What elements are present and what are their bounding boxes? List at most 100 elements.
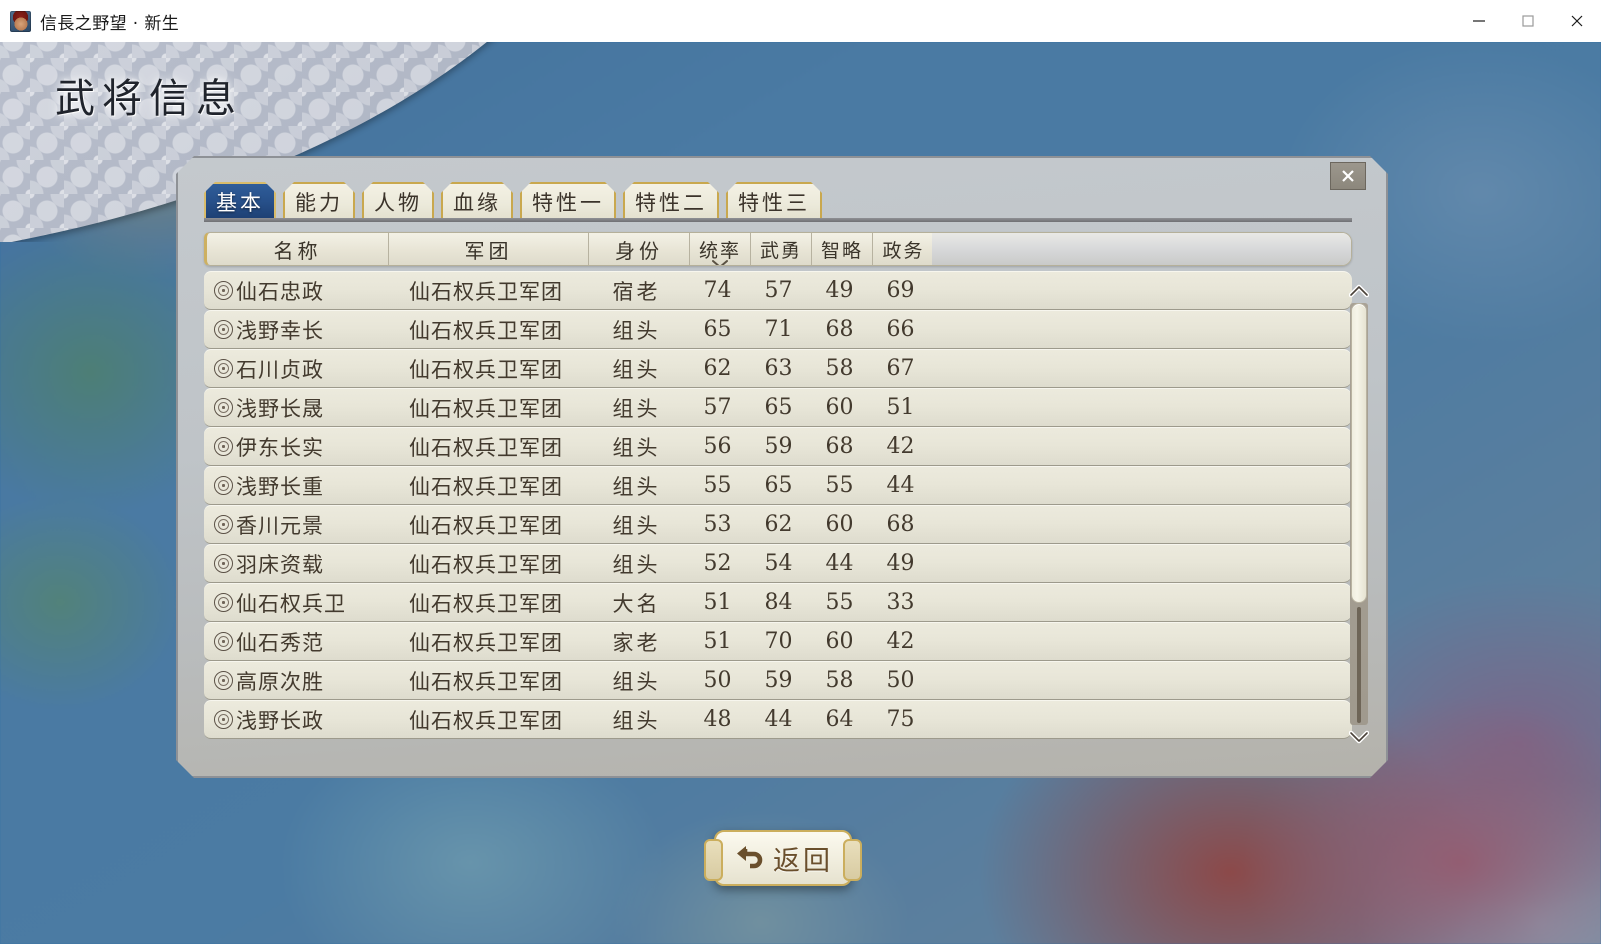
clan-crest-icon [214,398,233,417]
window-titlebar: 信長之野望 · 新生 [0,0,1601,42]
back-button-label: 返回 [773,845,833,877]
table-row[interactable]: 浅野长晟 仙石权兵卫军团 组头 57 65 60 51 [204,388,1352,427]
scroll-down-button[interactable] [1349,726,1369,748]
cell-wu: 59 [764,434,793,459]
cell-name: 香川元景 [204,510,386,540]
column-header-zheng[interactable]: 政务 [873,232,934,266]
warlord-name: 高原次胜 [236,669,324,694]
cell-name: 高原次胜 [204,666,386,696]
table-row[interactable]: 伊东长实 仙石权兵卫军团 组头 56 59 68 42 [204,427,1352,466]
clan-crest-icon [214,359,233,378]
warlord-name: 仙石权兵卫 [236,591,346,616]
column-header-tong[interactable]: 统率 [690,232,751,266]
cell-rank: 组头 [612,669,661,694]
column-header-wu[interactable]: 武勇 [751,232,812,266]
tab-2[interactable]: 人物 [362,182,434,220]
tab-6[interactable]: 特性三 [726,182,822,220]
sort-chevron-down-icon [711,259,729,266]
window-controls [1454,0,1601,42]
cell-wu: 65 [764,395,793,420]
clan-crest-icon [214,437,233,456]
table-row[interactable]: 仙石忠政 仙石权兵卫军团 宿老 74 57 49 69 [204,271,1352,310]
clan-crest-icon [214,281,233,300]
cell-wu: 63 [764,356,793,381]
cell-rank: 宿老 [612,279,661,304]
table-row[interactable]: 浅野长政 仙石权兵卫军团 组头 48 44 64 75 [204,700,1352,739]
application-window: 信長之野望 · 新生 武将信息 基本 能力 人物 血缘 特性一 特性二 特性三 … [0,0,1601,944]
panel-content: 基本 能力 人物 血缘 特性一 特性二 特性三 名称 军团 身份 统率 武勇 智略 政务 仙石忠政 仙石权… [178,158,1386,776]
scrollbar-thumb[interactable] [1351,303,1367,603]
list-scrollbar[interactable] [1346,280,1372,748]
cell-tong: 56 [703,434,732,459]
cell-tong: 51 [703,629,732,654]
cell-name: 羽床资载 [204,549,386,579]
column-header-label: 身份 [615,238,663,263]
column-header-zhi[interactable]: 智略 [812,232,873,266]
cell-corps: 仙石权兵卫军团 [409,474,563,499]
column-header-rank[interactable]: 身份 [589,232,690,266]
cell-corps: 仙石权兵卫军团 [409,318,563,343]
back-arrow-icon [737,846,763,869]
tab-5[interactable]: 特性二 [623,182,719,220]
back-button[interactable]: 返回 [704,830,862,886]
cell-name: 石川贞政 [204,354,386,384]
minimize-icon[interactable] [1454,0,1503,42]
clan-crest-icon [214,320,233,339]
cell-tong: 53 [703,512,732,537]
cell-rank: 组头 [612,552,661,577]
table-row[interactable]: 羽床资载 仙石权兵卫军团 组头 52 54 44 49 [204,544,1352,583]
cell-tong: 74 [703,278,732,303]
column-header-corps[interactable]: 军团 [389,232,589,266]
cell-zheng: 69 [886,278,915,303]
window-title: 信長之野望 · 新生 [40,13,180,34]
cell-corps: 仙石权兵卫军团 [409,396,563,421]
warlord-table-body: 仙石忠政 仙石权兵卫军团 宿老 74 57 49 69 浅野幸长 仙石权兵卫军团 组头 65 71 68… [204,271,1352,739]
scroll-up-button[interactable] [1349,280,1369,302]
table-row[interactable]: 浅野幸长 仙石权兵卫军团 组头 65 71 68 66 [204,310,1352,349]
warlord-name: 香川元景 [236,513,324,538]
clan-crest-icon [214,671,233,690]
cell-name: 伊东长实 [204,432,386,462]
cell-wu: 54 [764,551,793,576]
table-row[interactable]: 仙石秀范 仙石权兵卫军团 家老 51 70 60 42 [204,622,1352,661]
cell-zhi: 55 [825,473,854,498]
close-icon [1340,168,1356,184]
dialog-close-button[interactable] [1330,162,1366,190]
maximize-icon[interactable] [1503,0,1552,42]
cell-tong: 57 [703,395,732,420]
cell-zhi: 49 [825,278,854,303]
tab-4[interactable]: 特性一 [520,182,616,220]
tab-0[interactable]: 基本 [204,182,276,220]
cell-corps: 仙石权兵卫军团 [409,591,563,616]
cell-zhi: 68 [825,317,854,342]
table-row[interactable]: 浅野长重 仙石权兵卫军团 组头 55 65 55 44 [204,466,1352,505]
close-icon[interactable] [1552,0,1601,42]
cell-zhi: 60 [825,512,854,537]
scrollbar-track[interactable] [1350,303,1368,725]
tab-1[interactable]: 能力 [283,182,355,220]
table-row[interactable]: 石川贞政 仙石权兵卫军团 组头 62 63 58 67 [204,349,1352,388]
cell-zheng: 33 [886,590,915,615]
clan-crest-icon [214,476,233,495]
cell-corps: 仙石权兵卫军团 [409,279,563,304]
cell-wu: 57 [764,278,793,303]
cell-tong: 48 [703,707,732,732]
table-row[interactable]: 高原次胜 仙石权兵卫军团 组头 50 59 58 50 [204,661,1352,700]
table-row[interactable]: 仙石权兵卫 仙石权兵卫军团 大名 51 84 55 33 [204,583,1352,622]
cell-tong: 52 [703,551,732,576]
cell-zheng: 51 [886,395,915,420]
cell-name: 浅野幸长 [204,315,386,345]
cell-zheng: 50 [886,668,915,693]
column-header-name[interactable]: 名称 [207,232,389,266]
warlord-name: 浅野长重 [236,474,324,499]
cell-tong: 62 [703,356,732,381]
table-row[interactable]: 香川元景 仙石权兵卫军团 组头 53 62 60 68 [204,505,1352,544]
cell-wu: 62 [764,512,793,537]
warlord-name: 仙石忠政 [236,279,324,304]
tab-3[interactable]: 血缘 [441,182,513,220]
cell-zheng: 67 [886,356,915,381]
cell-rank: 组头 [612,513,661,538]
cell-rank: 组头 [612,435,661,460]
cell-zhi: 58 [825,668,854,693]
cell-corps: 仙石权兵卫军团 [409,552,563,577]
